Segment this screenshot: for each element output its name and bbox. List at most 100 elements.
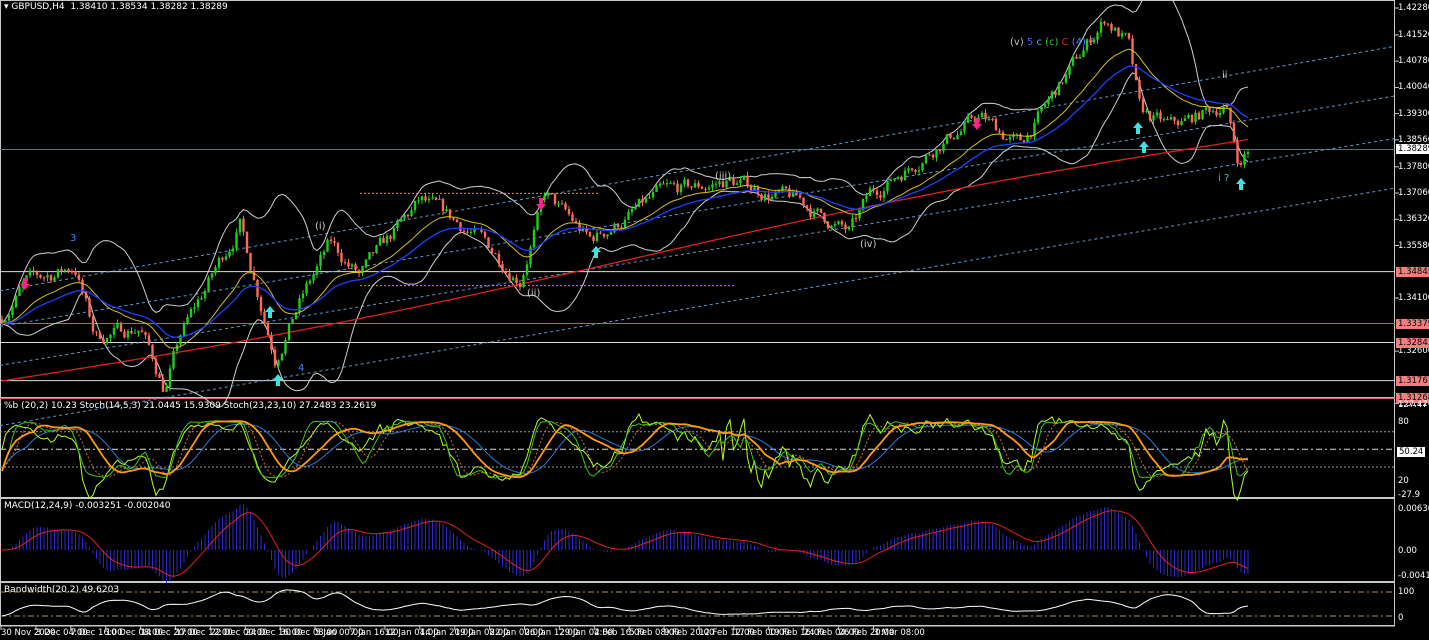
candle-body bbox=[998, 130, 1001, 133]
candle-body bbox=[231, 248, 235, 252]
candle-body bbox=[882, 191, 886, 198]
candle-body bbox=[924, 155, 928, 164]
candle-body bbox=[459, 222, 462, 232]
candle-body bbox=[130, 331, 133, 334]
candle-body bbox=[35, 271, 39, 275]
candle-body bbox=[1064, 74, 1068, 83]
candle-body bbox=[546, 193, 550, 196]
wave-label-iii: (iii) bbox=[715, 171, 732, 182]
candle-body bbox=[385, 235, 389, 244]
candle-body bbox=[28, 270, 32, 276]
candle-body bbox=[770, 196, 774, 200]
candle-body bbox=[214, 267, 217, 274]
candle-body bbox=[931, 154, 935, 158]
price-axis-label: 1.36320 bbox=[1398, 214, 1429, 225]
candle-body bbox=[14, 295, 18, 308]
candle-body bbox=[329, 239, 333, 242]
candle-body bbox=[805, 205, 809, 209]
candle-body bbox=[553, 193, 557, 204]
candle-body bbox=[760, 194, 763, 200]
candle-body bbox=[67, 269, 70, 272]
time-axis-label: 3 Mar 08:00 bbox=[873, 628, 925, 638]
candle-body bbox=[1124, 33, 1127, 35]
wave-count-label: (v) 5 c (c) C (4) ? bbox=[1010, 37, 1094, 48]
candle-body bbox=[343, 262, 347, 264]
candle-body bbox=[154, 359, 158, 375]
candle-body bbox=[140, 330, 144, 333]
candle-body bbox=[7, 315, 11, 321]
candle-body bbox=[1243, 153, 1246, 165]
candle-body bbox=[1232, 123, 1236, 142]
candle-body bbox=[49, 275, 53, 281]
candle-body bbox=[543, 195, 546, 200]
level-price-tag: 1.34845 bbox=[1396, 266, 1429, 277]
candle-body bbox=[1148, 111, 1152, 121]
candle-body bbox=[900, 177, 903, 181]
candle-body bbox=[1127, 33, 1131, 39]
candle-body bbox=[830, 225, 833, 229]
wave-count-token: (4) bbox=[1071, 37, 1090, 48]
macd-zero: 0.00 bbox=[1398, 546, 1417, 556]
candle-body bbox=[354, 264, 357, 271]
candle-body bbox=[42, 277, 46, 279]
collapse-triangle-icon[interactable]: ▾ bbox=[4, 2, 9, 12]
symbol-label: GBPUSD,H4 bbox=[11, 2, 65, 12]
candle-body bbox=[714, 184, 718, 186]
candle-body bbox=[662, 183, 665, 185]
candle-body bbox=[966, 115, 970, 123]
candle-body bbox=[406, 214, 410, 216]
candle-body bbox=[315, 266, 319, 275]
candle-body bbox=[1117, 27, 1120, 37]
candle-body bbox=[634, 206, 637, 209]
candle-body bbox=[588, 232, 592, 237]
candle-body bbox=[1246, 152, 1250, 154]
candle-body bbox=[102, 338, 105, 344]
candle-body bbox=[490, 248, 494, 254]
candle-body bbox=[301, 293, 305, 299]
candle-body bbox=[364, 259, 368, 268]
candle-body bbox=[620, 227, 623, 229]
candle-body bbox=[1204, 107, 1208, 110]
candle-body bbox=[182, 323, 186, 336]
candle-body bbox=[424, 196, 427, 201]
candle-body bbox=[648, 197, 651, 199]
candle-body bbox=[494, 253, 497, 255]
candle-body bbox=[70, 271, 74, 273]
candle-body bbox=[1145, 111, 1148, 113]
candle-body bbox=[11, 307, 14, 316]
candle-body bbox=[193, 307, 196, 309]
candle-body bbox=[287, 323, 291, 340]
up-arrow-icon bbox=[1133, 122, 1143, 134]
candle-body bbox=[60, 269, 63, 271]
candle-body bbox=[441, 198, 445, 212]
candle-body bbox=[399, 218, 403, 222]
candle-body bbox=[333, 241, 336, 243]
candle-body bbox=[686, 179, 690, 187]
candle-body bbox=[949, 134, 952, 138]
candle-body bbox=[1201, 109, 1204, 120]
candle-body bbox=[970, 115, 973, 118]
candle-body bbox=[186, 316, 189, 324]
candle-body bbox=[319, 255, 322, 267]
candle-body bbox=[1103, 21, 1106, 24]
candle-body bbox=[574, 221, 578, 223]
candle-body bbox=[168, 368, 172, 387]
wave-count-token: (c) bbox=[1045, 37, 1062, 48]
price-axis-label: 1.40780 bbox=[1398, 56, 1429, 67]
candle-body bbox=[903, 170, 907, 181]
candle-body bbox=[630, 208, 634, 212]
candle-body bbox=[826, 221, 830, 229]
candle-body bbox=[291, 318, 294, 324]
candle-body bbox=[606, 234, 609, 237]
candle-body bbox=[1236, 141, 1239, 164]
macd-min: -0.004121 bbox=[1398, 571, 1429, 581]
candle-body bbox=[1180, 121, 1183, 126]
level-price-tag: 1.33379 bbox=[1396, 318, 1429, 329]
candle-body bbox=[420, 196, 424, 201]
down-arrow-icon bbox=[20, 278, 30, 290]
candle-body bbox=[200, 298, 203, 300]
candle-body bbox=[767, 194, 770, 200]
candle-body bbox=[665, 183, 669, 185]
candle-body bbox=[959, 131, 963, 136]
candle-body bbox=[1187, 114, 1190, 119]
